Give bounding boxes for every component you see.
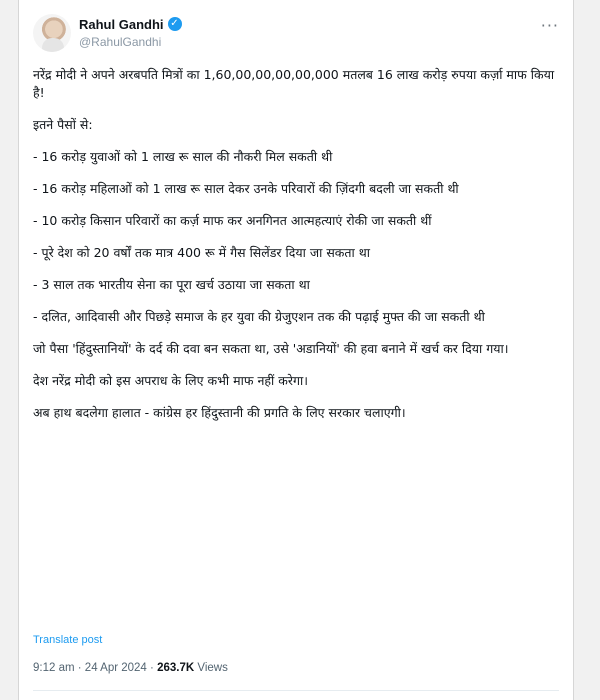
tweet-date[interactable]: 24 Apr 2024 xyxy=(85,662,147,674)
tweet-paragraph: - पूरे देश को 20 वर्षों तक मात्र 400 रू … xyxy=(33,245,370,260)
views-label: Views xyxy=(197,662,228,674)
tweet-paragraph: - दलित, आदिवासी और पिछड़े समाज के हर युव… xyxy=(33,309,485,324)
translate-post-link[interactable]: Translate post xyxy=(33,634,102,646)
verified-badge-icon: ✓ xyxy=(167,17,182,31)
author-avatar[interactable] xyxy=(33,14,71,52)
tweet-paragraph: - 10 करोड़ किसान परिवारों का कर्ज़ माफ क… xyxy=(33,213,432,228)
divider xyxy=(33,690,559,691)
tweet-paragraph: - 3 साल तक भारतीय सेना का पूरा खर्च उठाय… xyxy=(33,277,310,292)
tweet-paragraph: अब हाथ बदलेगा हालात - कांग्रेस हर हिंदुस… xyxy=(33,405,406,420)
tweet-time[interactable]: 9:12 am xyxy=(33,662,75,674)
author-handle[interactable]: @RahulGandhi xyxy=(79,35,182,49)
display-name-row: Rahul Gandhi ✓ xyxy=(79,15,182,33)
meta-separator: · xyxy=(150,662,158,674)
tweet-paragraph: - 16 करोड़ युवाओं को 1 लाख रू साल की नौक… xyxy=(33,149,333,164)
tweet-paragraph: - 16 करोड़ महिलाओं को 1 लाख रू साल देकर … xyxy=(33,181,459,196)
tweet-paragraph: जो पैसा 'हिंदुस्तानियों' के दर्द की दवा … xyxy=(33,341,509,356)
views-count[interactable]: 263.7K xyxy=(157,662,194,674)
author-display-name[interactable]: Rahul Gandhi xyxy=(79,17,164,32)
tweet-card: Rahul Gandhi ✓ @RahulGandhi ··· नरेंद्र … xyxy=(18,0,574,700)
tweet-text: नरेंद्र मोदी ने अपने अरबपति मित्रों का 1… xyxy=(33,66,561,436)
tweet-paragraph: देश नरेंद्र मोदी को इस अपराध के लिए कभी … xyxy=(33,373,308,388)
meta-separator: · xyxy=(77,662,85,674)
author-names: Rahul Gandhi ✓ @RahulGandhi xyxy=(79,15,182,49)
tweet-paragraph: इतने पैसों से: xyxy=(33,117,93,132)
tweet-paragraph: नरेंद्र मोदी ने अपने अरबपति मित्रों का 1… xyxy=(33,67,555,100)
more-options-icon[interactable]: ··· xyxy=(541,16,559,35)
tweet-meta: 9:12 am · 24 Apr 2024 · 263.7K Views xyxy=(33,662,228,674)
tweet-header: Rahul Gandhi ✓ @RahulGandhi ··· xyxy=(33,12,559,56)
